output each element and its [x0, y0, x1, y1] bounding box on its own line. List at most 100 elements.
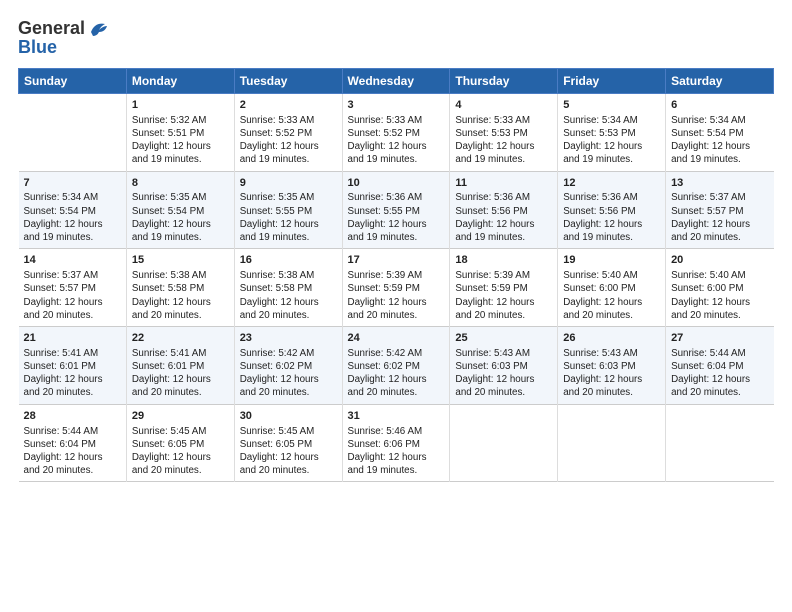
cell-daylight-info: Sunrise: 5:35 AM Sunset: 5:55 PM Dayligh…: [240, 191, 337, 244]
cell-daylight-info: Sunrise: 5:42 AM Sunset: 6:02 PM Dayligh…: [240, 347, 337, 400]
calendar-cell: 24Sunrise: 5:42 AM Sunset: 6:02 PM Dayli…: [342, 326, 450, 404]
cell-daylight-info: Sunrise: 5:44 AM Sunset: 6:04 PM Dayligh…: [671, 347, 768, 400]
day-number: 20: [671, 253, 768, 268]
day-number: 18: [455, 253, 552, 268]
calendar-cell: 3Sunrise: 5:33 AM Sunset: 5:52 PM Daylig…: [342, 93, 450, 171]
calendar-cell: 25Sunrise: 5:43 AM Sunset: 6:03 PM Dayli…: [450, 326, 558, 404]
calendar-cell: 21Sunrise: 5:41 AM Sunset: 6:01 PM Dayli…: [19, 326, 127, 404]
day-number: 10: [348, 176, 445, 191]
calendar-week-row: 14Sunrise: 5:37 AM Sunset: 5:57 PM Dayli…: [19, 249, 774, 327]
day-number: 7: [24, 176, 121, 191]
cell-daylight-info: Sunrise: 5:41 AM Sunset: 6:01 PM Dayligh…: [132, 347, 229, 400]
day-number: 13: [671, 176, 768, 191]
calendar-cell: 23Sunrise: 5:42 AM Sunset: 6:02 PM Dayli…: [234, 326, 342, 404]
calendar-cell: 22Sunrise: 5:41 AM Sunset: 6:01 PM Dayli…: [126, 326, 234, 404]
cell-daylight-info: Sunrise: 5:39 AM Sunset: 5:59 PM Dayligh…: [348, 269, 445, 322]
calendar-cell: 13Sunrise: 5:37 AM Sunset: 5:57 PM Dayli…: [666, 171, 774, 249]
calendar-week-row: 28Sunrise: 5:44 AM Sunset: 6:04 PM Dayli…: [19, 404, 774, 482]
calendar-cell: 6Sunrise: 5:34 AM Sunset: 5:54 PM Daylig…: [666, 93, 774, 171]
calendar-cell: 14Sunrise: 5:37 AM Sunset: 5:57 PM Dayli…: [19, 249, 127, 327]
calendar-cell: 26Sunrise: 5:43 AM Sunset: 6:03 PM Dayli…: [558, 326, 666, 404]
calendar-cell: [666, 404, 774, 482]
col-header-friday: Friday: [558, 68, 666, 93]
col-header-monday: Monday: [126, 68, 234, 93]
day-number: 23: [240, 331, 337, 346]
calendar-cell: 28Sunrise: 5:44 AM Sunset: 6:04 PM Dayli…: [19, 404, 127, 482]
cell-daylight-info: Sunrise: 5:41 AM Sunset: 6:01 PM Dayligh…: [24, 347, 121, 400]
calendar-cell: 4Sunrise: 5:33 AM Sunset: 5:53 PM Daylig…: [450, 93, 558, 171]
calendar-cell: 17Sunrise: 5:39 AM Sunset: 5:59 PM Dayli…: [342, 249, 450, 327]
col-header-tuesday: Tuesday: [234, 68, 342, 93]
logo: General Blue: [18, 18, 109, 58]
cell-daylight-info: Sunrise: 5:32 AM Sunset: 5:51 PM Dayligh…: [132, 114, 229, 167]
cell-daylight-info: Sunrise: 5:40 AM Sunset: 6:00 PM Dayligh…: [563, 269, 660, 322]
day-number: 26: [563, 331, 660, 346]
cell-daylight-info: Sunrise: 5:37 AM Sunset: 5:57 PM Dayligh…: [671, 191, 768, 244]
day-number: 19: [563, 253, 660, 268]
day-number: 3: [348, 98, 445, 113]
col-header-sunday: Sunday: [19, 68, 127, 93]
cell-daylight-info: Sunrise: 5:35 AM Sunset: 5:54 PM Dayligh…: [132, 191, 229, 244]
calendar-cell: 2Sunrise: 5:33 AM Sunset: 5:52 PM Daylig…: [234, 93, 342, 171]
day-number: 2: [240, 98, 337, 113]
day-number: 12: [563, 176, 660, 191]
calendar-cell: 31Sunrise: 5:46 AM Sunset: 6:06 PM Dayli…: [342, 404, 450, 482]
cell-daylight-info: Sunrise: 5:34 AM Sunset: 5:54 PM Dayligh…: [24, 191, 121, 244]
cell-daylight-info: Sunrise: 5:36 AM Sunset: 5:56 PM Dayligh…: [563, 191, 660, 244]
cell-daylight-info: Sunrise: 5:39 AM Sunset: 5:59 PM Dayligh…: [455, 269, 552, 322]
cell-daylight-info: Sunrise: 5:37 AM Sunset: 5:57 PM Dayligh…: [24, 269, 121, 322]
calendar-cell: 18Sunrise: 5:39 AM Sunset: 5:59 PM Dayli…: [450, 249, 558, 327]
calendar-cell: 27Sunrise: 5:44 AM Sunset: 6:04 PM Dayli…: [666, 326, 774, 404]
day-number: 11: [455, 176, 552, 191]
day-number: 29: [132, 409, 229, 424]
cell-daylight-info: Sunrise: 5:40 AM Sunset: 6:00 PM Dayligh…: [671, 269, 768, 322]
cell-daylight-info: Sunrise: 5:33 AM Sunset: 5:53 PM Dayligh…: [455, 114, 552, 167]
cell-daylight-info: Sunrise: 5:46 AM Sunset: 6:06 PM Dayligh…: [348, 425, 445, 478]
logo-bird-icon: [87, 18, 109, 40]
calendar-header-row: SundayMondayTuesdayWednesdayThursdayFrid…: [19, 68, 774, 93]
calendar-week-row: 1Sunrise: 5:32 AM Sunset: 5:51 PM Daylig…: [19, 93, 774, 171]
calendar-cell: 29Sunrise: 5:45 AM Sunset: 6:05 PM Dayli…: [126, 404, 234, 482]
day-number: 25: [455, 331, 552, 346]
day-number: 5: [563, 98, 660, 113]
calendar-cell: 30Sunrise: 5:45 AM Sunset: 6:05 PM Dayli…: [234, 404, 342, 482]
day-number: 24: [348, 331, 445, 346]
cell-daylight-info: Sunrise: 5:43 AM Sunset: 6:03 PM Dayligh…: [455, 347, 552, 400]
day-number: 21: [24, 331, 121, 346]
cell-daylight-info: Sunrise: 5:36 AM Sunset: 5:55 PM Dayligh…: [348, 191, 445, 244]
col-header-wednesday: Wednesday: [342, 68, 450, 93]
calendar-cell: [558, 404, 666, 482]
cell-daylight-info: Sunrise: 5:45 AM Sunset: 6:05 PM Dayligh…: [132, 425, 229, 478]
day-number: 28: [24, 409, 121, 424]
calendar-cell: [450, 404, 558, 482]
calendar-cell: 1Sunrise: 5:32 AM Sunset: 5:51 PM Daylig…: [126, 93, 234, 171]
day-number: 16: [240, 253, 337, 268]
calendar-cell: 11Sunrise: 5:36 AM Sunset: 5:56 PM Dayli…: [450, 171, 558, 249]
cell-daylight-info: Sunrise: 5:34 AM Sunset: 5:53 PM Dayligh…: [563, 114, 660, 167]
calendar-week-row: 7Sunrise: 5:34 AM Sunset: 5:54 PM Daylig…: [19, 171, 774, 249]
cell-daylight-info: Sunrise: 5:38 AM Sunset: 5:58 PM Dayligh…: [132, 269, 229, 322]
day-number: 1: [132, 98, 229, 113]
day-number: 27: [671, 331, 768, 346]
cell-daylight-info: Sunrise: 5:45 AM Sunset: 6:05 PM Dayligh…: [240, 425, 337, 478]
day-number: 14: [24, 253, 121, 268]
calendar-cell: 10Sunrise: 5:36 AM Sunset: 5:55 PM Dayli…: [342, 171, 450, 249]
calendar-cell: 9Sunrise: 5:35 AM Sunset: 5:55 PM Daylig…: [234, 171, 342, 249]
cell-daylight-info: Sunrise: 5:38 AM Sunset: 5:58 PM Dayligh…: [240, 269, 337, 322]
day-number: 6: [671, 98, 768, 113]
day-number: 22: [132, 331, 229, 346]
day-number: 9: [240, 176, 337, 191]
day-number: 31: [348, 409, 445, 424]
calendar-cell: 7Sunrise: 5:34 AM Sunset: 5:54 PM Daylig…: [19, 171, 127, 249]
calendar-cell: 8Sunrise: 5:35 AM Sunset: 5:54 PM Daylig…: [126, 171, 234, 249]
cell-daylight-info: Sunrise: 5:34 AM Sunset: 5:54 PM Dayligh…: [671, 114, 768, 167]
logo-blue: Blue: [18, 38, 109, 58]
calendar-table: SundayMondayTuesdayWednesdayThursdayFrid…: [18, 68, 774, 483]
day-number: 8: [132, 176, 229, 191]
cell-daylight-info: Sunrise: 5:44 AM Sunset: 6:04 PM Dayligh…: [24, 425, 121, 478]
day-number: 4: [455, 98, 552, 113]
day-number: 30: [240, 409, 337, 424]
day-number: 15: [132, 253, 229, 268]
calendar-cell: 20Sunrise: 5:40 AM Sunset: 6:00 PM Dayli…: [666, 249, 774, 327]
calendar-week-row: 21Sunrise: 5:41 AM Sunset: 6:01 PM Dayli…: [19, 326, 774, 404]
